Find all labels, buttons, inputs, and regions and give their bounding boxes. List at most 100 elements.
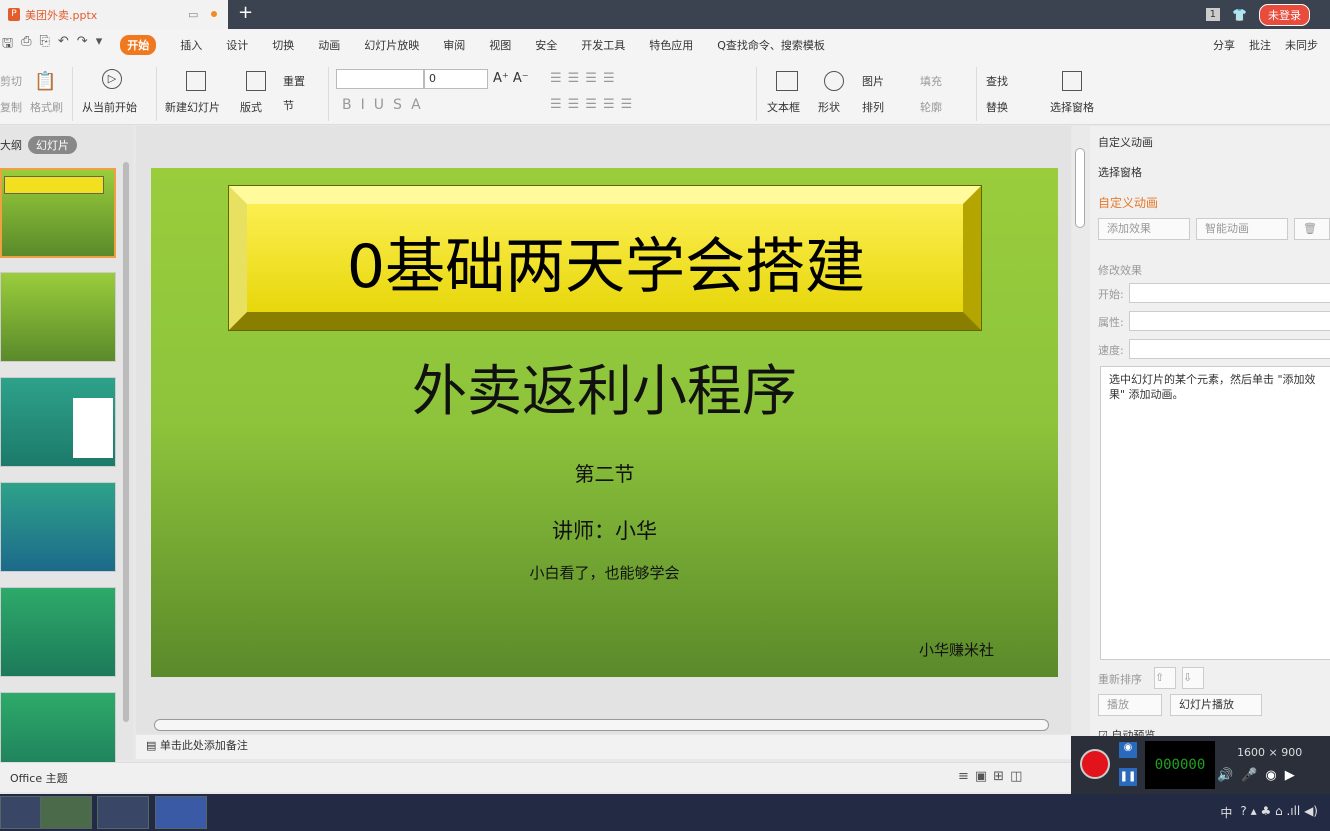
layout-button[interactable]: 版式 (240, 99, 262, 115)
shape-button[interactable]: 形状 (818, 99, 840, 115)
title-bevel-box[interactable]: 0基础两天学会搭建 (228, 185, 982, 331)
textbox-icon[interactable] (776, 71, 798, 91)
add-effect-button[interactable]: 添加效果 (1098, 218, 1190, 240)
command-search[interactable]: Q查找命令、搜索模板 (717, 37, 825, 53)
smart-animation-button[interactable]: 智能动画 (1196, 218, 1288, 240)
slide-tagline[interactable]: 小白看了，也能够学会 (151, 562, 1058, 583)
ime-indicator[interactable]: 中 (1220, 804, 1232, 821)
arrange-button[interactable]: 排列 (862, 99, 884, 115)
layout-icon[interactable] (246, 71, 266, 91)
customize-icon[interactable]: ▾ (96, 34, 103, 56)
preview-icon[interactable]: ⎘ (39, 34, 49, 56)
slide-thumbnail-1[interactable] (0, 168, 116, 258)
tab-design[interactable]: 设计 (226, 37, 248, 53)
save-icon[interactable]: 🖫 (2, 34, 13, 56)
format-painter-button[interactable]: 格式刷 (30, 99, 63, 115)
slideshow-button[interactable]: 幻灯片播放 (1170, 694, 1262, 716)
pane-header[interactable]: 自定义动画 (1098, 134, 1153, 150)
slide-thumbnail-3[interactable] (0, 377, 116, 467)
tab-slides[interactable]: 幻灯片 (28, 136, 77, 154)
picture-button[interactable]: 图片 (862, 73, 884, 89)
tab-review[interactable]: 审阅 (443, 37, 465, 53)
animation-list[interactable]: 选中幻灯片的某个元素，然后单击 "添加效果" 添加动画。 (1100, 366, 1330, 660)
section-button[interactable]: 节 (283, 97, 294, 113)
start-select[interactable] (1129, 283, 1330, 303)
print-icon[interactable]: ⎙ (21, 34, 31, 56)
notes-area[interactable]: ▤ 单击此处添加备注 (136, 735, 1071, 759)
select-pane-link[interactable]: 选择窗格 (1098, 164, 1142, 180)
selection-pane-icon[interactable] (1062, 71, 1082, 91)
speed-select[interactable] (1129, 339, 1330, 359)
comment-button[interactable]: 批注 (1249, 37, 1271, 53)
new-tab-button[interactable]: + (238, 2, 253, 23)
font-grow-icon[interactable]: A⁺ A⁻ (493, 71, 529, 86)
move-down-icon[interactable]: ⇩ (1182, 667, 1204, 689)
play-icon[interactable]: ▷ (102, 69, 122, 89)
tab-view[interactable]: 视图 (489, 37, 511, 53)
reset-button[interactable]: 重置 (283, 73, 305, 89)
slide-thumbnail-4[interactable] (0, 482, 116, 572)
tab-insert[interactable]: 插入 (180, 37, 202, 53)
play-from-current-button[interactable]: 从当前开始 (82, 99, 137, 115)
login-button[interactable]: 未登录 (1259, 3, 1310, 26)
textbox-button[interactable]: 文本框 (767, 99, 800, 115)
recorder-control-icons[interactable]: 🔊🎤◉▶ (1217, 768, 1303, 783)
shape-icon[interactable] (824, 71, 844, 91)
horizontal-scrollbar[interactable] (154, 719, 1049, 731)
app-taskbar-icon[interactable] (97, 796, 149, 829)
new-slide-button[interactable]: 新建幻灯片 (165, 99, 220, 115)
view-switch-icons[interactable]: ≡▣⊞◫ (958, 769, 1028, 784)
slide-thumbnail-5[interactable] (0, 587, 116, 677)
pause-icon[interactable]: ❚❚ (1119, 768, 1137, 786)
skin-icon[interactable]: 👕 (1232, 8, 1247, 22)
outline-button[interactable]: 轮廓 (920, 99, 942, 115)
tray-icons[interactable]: ? ▴ ♣ ⌂ .ıll ◀) (1240, 804, 1318, 821)
tab-features[interactable]: 特色应用 (649, 37, 693, 53)
redo-icon[interactable]: ↷ (77, 34, 88, 56)
selection-pane-button[interactable]: 选择窗格 (1050, 99, 1094, 115)
font-size-select[interactable]: 0 (424, 69, 488, 89)
align-icons[interactable]: ☰☰☰☰☰ (550, 97, 638, 112)
property-select[interactable] (1129, 311, 1330, 331)
fill-button[interactable]: 填充 (920, 73, 942, 89)
tab-developer[interactable]: 开发工具 (581, 37, 625, 53)
vertical-scrollbar[interactable] (1072, 126, 1090, 760)
undo-icon[interactable]: ↶ (58, 34, 69, 56)
document-tab[interactable]: P 美团外卖.pptx ▭ (0, 0, 228, 29)
tab-home[interactable]: 开始 (120, 35, 157, 55)
window-count-badge[interactable]: 1 (1205, 8, 1221, 21)
tab-transitions[interactable]: 切换 (272, 37, 294, 53)
copy-button[interactable]: 复制 (0, 99, 22, 115)
delete-button[interactable]: 🗑 (1294, 218, 1330, 240)
paste-icon[interactable]: 📋 (34, 71, 56, 92)
tab-security[interactable]: 安全 (535, 37, 557, 53)
tab-window-icon[interactable]: ▭ (188, 8, 198, 21)
cut-button[interactable]: 剪切 (0, 73, 22, 89)
wechat-taskbar-icon[interactable] (40, 796, 92, 829)
thumbnail-scrollbar[interactable] (123, 162, 129, 722)
slide-subtitle[interactable]: 外卖返利小程序 (151, 346, 1058, 426)
scrollbar-thumb[interactable] (1075, 148, 1085, 228)
record-button[interactable] (1080, 749, 1110, 779)
font-style-icons[interactable]: BIUSA (342, 97, 430, 113)
share-button[interactable]: 分享 (1213, 37, 1235, 53)
current-slide[interactable]: 0基础两天学会搭建 外卖返利小程序 第二节 讲师：小华 小白看了，也能够学会 小… (151, 168, 1058, 677)
move-up-icon[interactable]: ⇧ (1154, 667, 1176, 689)
find-button[interactable]: 查找 (986, 73, 1008, 89)
tab-animations[interactable]: 动画 (318, 37, 340, 53)
slide-brand[interactable]: 小华赚米社 (919, 639, 994, 660)
wps-taskbar-icon[interactable] (155, 796, 207, 829)
slide-thumbnail-2[interactable] (0, 272, 116, 362)
notes-placeholder: 单击此处添加备注 (159, 739, 248, 752)
camera-icon[interactable]: ◉ (1119, 742, 1137, 758)
tab-slideshow[interactable]: 幻灯片放映 (364, 37, 419, 53)
new-slide-icon[interactable] (186, 71, 206, 91)
paragraph-icons[interactable]: ☰☰☰☰ (550, 71, 621, 86)
slide-section[interactable]: 第二节 (151, 458, 1058, 487)
sync-button[interactable]: 未同步 (1285, 37, 1318, 53)
replace-button[interactable]: 替换 (986, 99, 1008, 115)
play-button[interactable]: 播放 (1098, 694, 1162, 716)
tab-outline[interactable]: 大纲 (0, 137, 22, 153)
font-name-select[interactable] (336, 69, 424, 89)
slide-lecturer[interactable]: 讲师：小华 (151, 515, 1058, 545)
